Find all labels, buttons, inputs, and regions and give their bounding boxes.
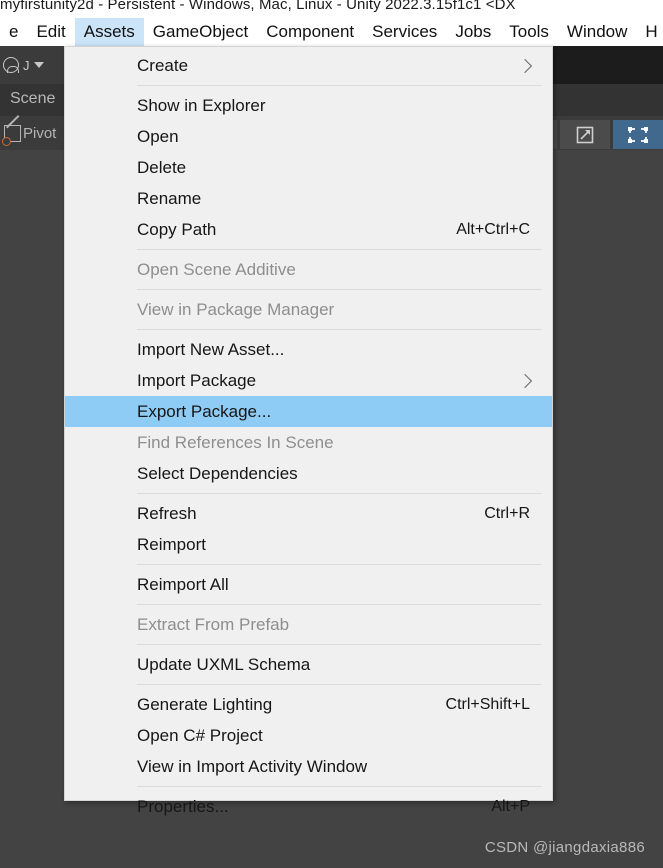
menu-item-label: View in Import Activity Window [137,756,368,776]
menu-item-import-package[interactable]: Import Package [65,365,552,396]
menu-item-label: Reimport [137,534,206,554]
menubar-item-gameobject[interactable]: GameObject [144,18,257,46]
menubar-item-assets[interactable]: Assets [74,17,144,46]
menu-item-select-dependencies[interactable]: Select Dependencies [65,458,552,489]
menu-item-label: Open Scene Additive [137,259,296,279]
menu-item-update-uxml-schema[interactable]: Update UXML Schema [65,649,552,680]
menu-item-shortcut: Ctrl+R [484,504,530,522]
chevron-right-icon [517,373,533,388]
menu-item-label: Reimport All [137,574,229,594]
menu-item-label: Import New Asset... [137,339,285,359]
menu-item-shortcut: Alt+Ctrl+C [456,220,530,238]
account-button[interactable]: J [3,57,44,73]
menu-item-label: Refresh [137,503,197,523]
menu-item-create[interactable]: Create [65,50,552,81]
menu-separator [137,786,542,787]
menu-item-label: Create [137,55,189,75]
menu-item-import-new-asset[interactable]: Import New Asset... [65,334,552,365]
unity-editor-screenshot: myfirstunity2d - Persistent - Windows, M… [0,0,663,868]
main-menubar: e Edit Assets GameObject Component Services Jo… [0,17,663,46]
menu-item-reimport-all[interactable]: Reimport All [65,569,552,600]
window-title: myfirstunity2d - Persistent - Windows, M… [0,0,516,13]
menu-item-label: View in Package Manager [137,299,335,319]
scale-tool-button[interactable] [560,120,610,149]
menu-item-show-in-explorer[interactable]: Show in Explorer [65,90,552,121]
rect-transform-tool-button[interactable] [613,120,663,149]
menu-separator [137,249,542,250]
menu-separator [137,85,542,86]
menu-item-extract-from-prefab: Extract From Prefab [65,609,552,640]
menu-item-rename[interactable]: Rename [65,183,552,214]
menu-item-export-package[interactable]: Export Package... [65,396,552,427]
menu-separator [137,644,542,645]
csdn-watermark: CSDN @jiangdaxia886 [484,839,645,856]
menu-item-generate-lighting[interactable]: Generate Lighting Ctrl+Shift+L [65,689,552,720]
menu-item-open[interactable]: Open [65,121,552,152]
menu-item-label: Properties... [137,796,229,816]
menu-item-label: Show in Explorer [137,95,266,115]
window-titlebar: myfirstunity2d - Persistent - Windows, M… [0,0,663,17]
menu-item-label: Update UXML Schema [137,654,311,674]
chevron-down-icon [33,62,44,68]
menubar-item-h[interactable]: H [636,18,663,46]
menubar-item-tools[interactable]: Tools [500,18,558,46]
menu-separator [137,684,542,685]
menu-item-label: Import Package [137,370,257,390]
menu-item-copy-path[interactable]: Copy Path Alt+Ctrl+C [65,214,552,245]
menu-item-label: Open [137,126,179,146]
menu-item-label: Extract From Prefab [137,614,290,634]
menu-separator [137,604,542,605]
assets-dropdown-menu: Create Show in Explorer Open Delete Rename Co… [64,46,553,816]
menu-item-view-in-import-activity-window[interactable]: View in Import Activity Window [65,751,552,782]
menu-item-label: Find References In Scene [137,432,334,452]
menubar-item-window[interactable]: Window [558,18,636,46]
pivot-label: Pivot [23,124,57,142]
menubar-item-component[interactable]: Component [257,18,363,46]
menu-separator [137,329,542,330]
menu-separator [137,493,542,494]
menu-item-shortcut: Ctrl+Shift+L [445,695,530,713]
menu-item-label: Select Dependencies [137,463,298,483]
menu-item-label: Copy Path [137,219,217,239]
menu-item-open-c#-project[interactable]: Open C# Project [65,720,552,751]
pivot-icon [2,124,21,146]
menu-item-label: Generate Lighting [137,694,273,714]
tab-scene[interactable]: Scene [0,84,65,116]
menu-item-label: Rename [137,188,202,208]
menubar-item-e[interactable]: e [0,18,27,46]
menubar-item-jobs[interactable]: Jobs [446,18,500,46]
menu-item-label: Export Package... [137,401,272,421]
chevron-right-icon [517,58,533,73]
menu-item-view-in-package-manager: View in Package Manager [65,294,552,325]
menu-item-properties[interactable]: Properties... Alt+P [65,791,552,822]
menu-separator [137,564,542,565]
pivot-toggle[interactable]: Pivot [2,124,57,146]
account-label: J [23,57,30,73]
editor-toolbar-left: J [0,46,64,84]
menubar-item-edit[interactable]: Edit [27,18,74,46]
menu-item-find-references-in-scene: Find References In Scene [65,427,552,458]
account-avatar-icon [3,57,19,73]
menu-item-shortcut: Alt+P [491,797,530,815]
menu-item-delete[interactable]: Delete [65,152,552,183]
menu-item-reimport[interactable]: Reimport [65,529,552,560]
menu-item-refresh[interactable]: Refresh Ctrl+R [65,498,552,529]
menu-item-label: Delete [137,157,187,177]
menu-separator [137,289,542,290]
menubar-item-services[interactable]: Services [363,18,446,46]
menu-item-open-scene-additive: Open Scene Additive [65,254,552,285]
menu-item-label: Open C# Project [137,725,263,745]
